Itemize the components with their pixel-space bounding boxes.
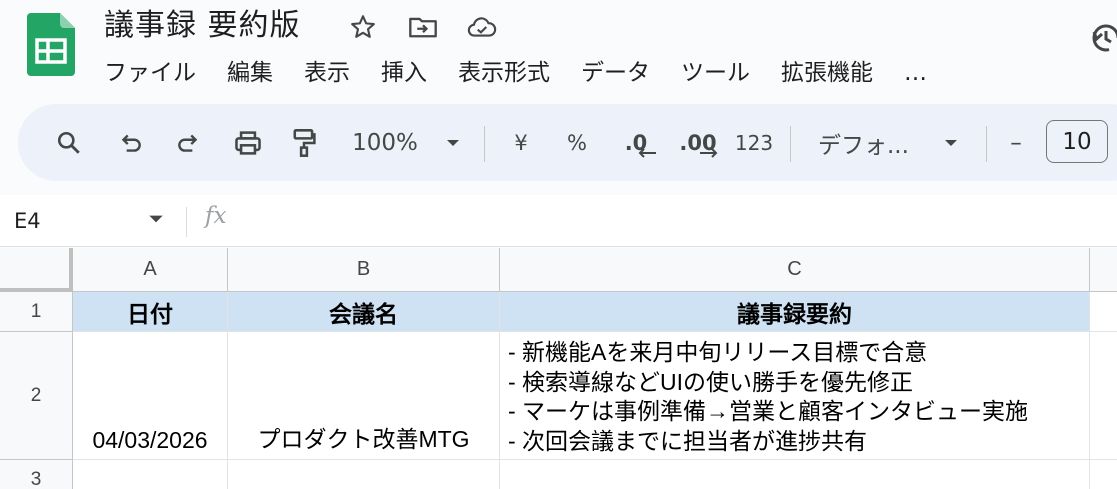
row-header-1[interactable]: 1 bbox=[0, 292, 73, 332]
row-header-3[interactable]: 3 bbox=[0, 460, 73, 489]
summary-line: - 新機能Aを来月中旬リリース目標で合意 bbox=[508, 339, 928, 365]
select-all-corner[interactable] bbox=[0, 248, 73, 292]
menu-data[interactable]: データ bbox=[581, 56, 650, 90]
search-menus-icon[interactable] bbox=[50, 104, 88, 181]
cloud-saved-icon[interactable] bbox=[467, 12, 497, 42]
summary-line: - 次回会議までに担当者が進捗共有 bbox=[508, 427, 868, 454]
cell-c2[interactable]: - 新機能Aを来月中旬リリース目標で合意 - 検索導線などUIの使い勝手を優先修… bbox=[500, 332, 1090, 460]
star-icon[interactable] bbox=[348, 12, 378, 42]
currency-format-button[interactable]: ¥ bbox=[506, 104, 536, 181]
cell-d1[interactable] bbox=[1090, 292, 1117, 332]
formula-bar-separator bbox=[186, 207, 187, 237]
document-title[interactable]: 議事録 要約版 bbox=[104, 6, 301, 46]
move-to-folder-icon[interactable] bbox=[408, 12, 438, 42]
cell-b1[interactable]: 会議名 bbox=[228, 292, 500, 332]
percent-format-button[interactable]: % bbox=[562, 104, 592, 181]
decrease-font-size-button[interactable]: – bbox=[1004, 104, 1028, 181]
version-history-icon[interactable] bbox=[1088, 18, 1117, 58]
formula-bar: E4 fx bbox=[0, 195, 1117, 247]
menu-tools[interactable]: ツール bbox=[681, 56, 750, 90]
cell-b3[interactable] bbox=[228, 460, 500, 489]
cell-a3[interactable] bbox=[73, 460, 228, 489]
menu-file[interactable]: ファイル bbox=[104, 56, 196, 90]
arrow-right-icon bbox=[700, 148, 718, 158]
cell-d3[interactable] bbox=[1090, 460, 1117, 489]
cell-b2[interactable]: プロダクト改善MTG bbox=[228, 332, 500, 460]
zoom-value[interactable]: 100% bbox=[350, 104, 420, 181]
summary-line: - 検索導線などUIの使い勝手を優先修正 bbox=[508, 368, 914, 395]
paint-format-icon[interactable] bbox=[286, 104, 322, 181]
toolbar: 100% ¥ % .0 .00 123 デフォ... – 10 bbox=[18, 104, 1117, 181]
name-box-dropdown-icon[interactable] bbox=[146, 209, 170, 233]
name-box[interactable]: E4 bbox=[14, 205, 41, 237]
decrease-decimal-button[interactable]: .0 bbox=[616, 104, 656, 181]
menu-insert[interactable]: 挿入 bbox=[381, 56, 427, 90]
toolbar-separator bbox=[986, 126, 987, 162]
toolbar-separator bbox=[484, 126, 485, 162]
number-format-button[interactable]: 123 bbox=[734, 104, 774, 181]
arrow-left-icon bbox=[638, 148, 656, 158]
sheet-grid: A B C 1 2 3 日付 会議名 議事録要約 04/03/2026 プロダク… bbox=[0, 248, 1117, 489]
menu-bar: ファイル 編集 表示 挿入 表示形式 データ ツール 拡張機能 … bbox=[104, 56, 927, 90]
zoom-dropdown-icon[interactable] bbox=[438, 104, 468, 181]
column-header-a[interactable]: A bbox=[73, 248, 228, 292]
column-header-b[interactable]: B bbox=[228, 248, 500, 292]
undo-icon[interactable] bbox=[113, 104, 149, 181]
column-header-d[interactable] bbox=[1090, 248, 1117, 292]
font-dropdown-icon[interactable] bbox=[936, 104, 966, 181]
menu-format[interactable]: 表示形式 bbox=[458, 56, 550, 90]
redo-icon[interactable] bbox=[170, 104, 206, 181]
column-header-c[interactable]: C bbox=[500, 248, 1090, 292]
menu-extensions[interactable]: 拡張機能 bbox=[781, 56, 873, 90]
cell-a1[interactable]: 日付 bbox=[73, 292, 228, 332]
print-icon[interactable] bbox=[228, 104, 268, 181]
menu-edit[interactable]: 編集 bbox=[227, 56, 273, 90]
font-size-input[interactable]: 10 bbox=[1046, 120, 1108, 163]
summary-line: - マーケは事例準備→営業と顧客インタビュー実施 bbox=[508, 398, 1029, 424]
menu-view[interactable]: 表示 bbox=[304, 56, 350, 90]
google-sheets-logo[interactable] bbox=[27, 13, 75, 76]
font-family-value[interactable]: デフォ... bbox=[818, 104, 918, 181]
increase-decimal-button[interactable]: .00 bbox=[676, 104, 720, 181]
toolbar-separator bbox=[790, 126, 791, 162]
cell-c3[interactable] bbox=[500, 460, 1090, 489]
cell-d2[interactable] bbox=[1090, 332, 1117, 460]
fx-icon: fx bbox=[205, 203, 227, 229]
menu-more[interactable]: … bbox=[904, 56, 927, 90]
cell-a2[interactable]: 04/03/2026 bbox=[73, 332, 228, 460]
formula-input[interactable] bbox=[250, 205, 1090, 237]
cell-c1[interactable]: 議事録要約 bbox=[500, 292, 1090, 332]
row-header-2[interactable]: 2 bbox=[0, 332, 73, 460]
